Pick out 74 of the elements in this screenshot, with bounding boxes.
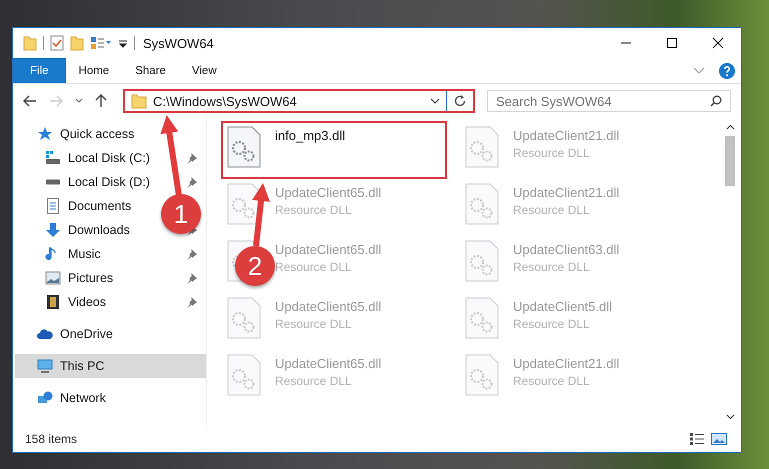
item-count: 158 items	[25, 432, 78, 446]
scroll-up-icon[interactable]	[726, 124, 734, 130]
large-icons-view-icon[interactable]	[711, 432, 727, 446]
sidebar-item[interactable]: Music	[68, 247, 101, 261]
file-type: Resource DLL	[275, 260, 353, 274]
document-icon	[45, 198, 61, 214]
file-type: Resource DLL	[513, 374, 591, 388]
ribbon-tab[interactable]: Share	[122, 58, 179, 83]
help-icon[interactable]	[719, 62, 735, 78]
pin-icon[interactable]	[186, 248, 197, 260]
sidebar-item[interactable]: This PC	[15, 354, 206, 378]
sidebar-item[interactable]: Quick access	[60, 127, 134, 141]
sidebar-item[interactable]: Downloads	[68, 223, 130, 237]
close-icon	[712, 37, 724, 49]
gear-file-icon	[465, 126, 499, 168]
file-name[interactable]: info_mp3.dll	[275, 128, 346, 143]
file-type: Resource DLL	[275, 374, 353, 388]
file-type: Resource DLL	[275, 317, 353, 331]
network-icon	[37, 390, 53, 406]
refresh-icon[interactable]	[453, 94, 467, 108]
pin-icon[interactable]	[186, 176, 197, 188]
file-menu-tab[interactable]: File	[13, 58, 66, 83]
film-icon	[45, 294, 61, 310]
caret-icon[interactable]	[430, 98, 440, 104]
file-type: Resource DLL	[513, 260, 591, 274]
minimize-icon	[620, 42, 632, 44]
ribbon-tab[interactable]: View	[178, 58, 230, 83]
file-type: Resource DLL	[513, 317, 591, 331]
scroll-down-icon[interactable]	[726, 414, 734, 420]
sidebar-item[interactable]: Pictures	[68, 271, 114, 285]
picture-icon	[45, 270, 61, 286]
properties-icon[interactable]	[90, 35, 112, 51]
folder-icon	[131, 93, 147, 109]
gear-file-icon	[465, 297, 499, 339]
gear-file-icon	[227, 354, 261, 396]
sidebar-item[interactable]: Local Disk (C:)	[68, 151, 150, 165]
pin-icon[interactable]	[186, 152, 197, 164]
up-arrow-icon[interactable]	[95, 94, 107, 108]
file-type: Resource DLL	[513, 146, 591, 160]
gear-file-icon	[465, 183, 499, 225]
ribbon-tab[interactable]: Home	[66, 58, 122, 83]
maximize-icon	[666, 37, 678, 49]
highlighted-file-item[interactable]: info_mp3.dll	[221, 121, 447, 179]
star-icon	[37, 126, 53, 142]
sidebar-item[interactable]: Documents	[68, 199, 132, 213]
window-title: SysWOW64	[143, 36, 214, 50]
drive-icon	[45, 179, 61, 185]
address-bar[interactable]: C:\Windows\SysWOW64	[123, 89, 475, 113]
drive-icon	[45, 150, 61, 166]
scrollbar-thumb[interactable]	[725, 136, 735, 186]
gear-file-icon	[227, 183, 261, 225]
search-icon[interactable]	[710, 95, 722, 107]
back-arrow-icon[interactable]	[23, 95, 37, 107]
file-type: Resource DLL	[275, 203, 353, 217]
search-field[interactable]: Search SysWOW64	[487, 90, 731, 112]
sidebar-item[interactable]: OneDrive	[60, 327, 113, 341]
caret-icon[interactable]	[75, 98, 83, 104]
checklist-icon[interactable]	[50, 35, 64, 51]
gear-file-icon	[465, 240, 499, 282]
gear-file-icon	[227, 297, 261, 339]
gear-file-icon	[465, 354, 499, 396]
file-type: Resource DLL	[513, 203, 591, 217]
down-arrow-icon	[45, 222, 61, 238]
details-view-icon[interactable]	[689, 432, 705, 446]
chevron-down-icon[interactable]	[693, 66, 705, 74]
address-path: C:\Windows\SysWOW64	[153, 94, 298, 108]
sidebar-item[interactable]: Local Disk (D:)	[68, 175, 150, 189]
computer-icon	[37, 358, 53, 374]
sidebar-item[interactable]: Videos	[68, 295, 106, 309]
pin-icon[interactable]	[186, 272, 197, 284]
pin-icon[interactable]	[186, 296, 197, 308]
sidebar-item[interactable]: Network	[60, 391, 106, 405]
gear-file-icon	[227, 126, 261, 168]
annotation-arrow	[252, 183, 270, 246]
